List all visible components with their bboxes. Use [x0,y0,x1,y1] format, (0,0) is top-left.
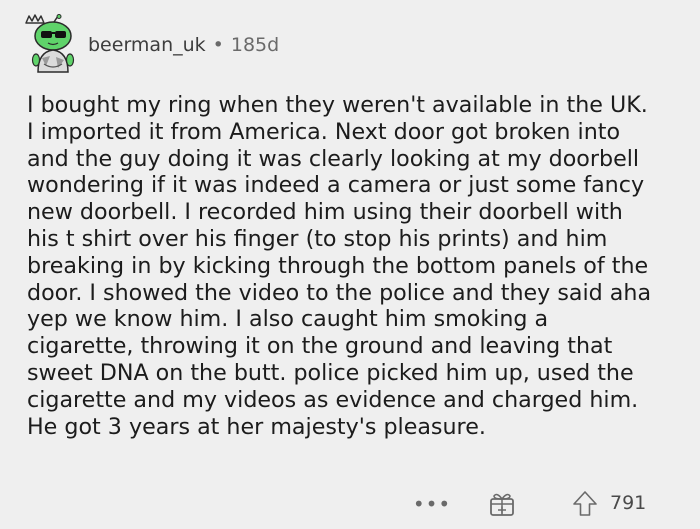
meta-separator: • [212,34,224,56]
comment-body: I bought my ring when they weren't avail… [27,92,687,440]
comment-line: his t shirt over his finger (to stop his… [27,225,608,252]
comment-line: and the guy doing it was clearly looking… [27,145,640,172]
comment-meta: beerman_uk • 185d [88,34,279,56]
comment-line: yep we know him. I also caught him smoki… [27,306,549,333]
more-options-icon: ••• [412,492,452,516]
gift-award-icon[interactable] [488,490,516,518]
comment-line: I bought my ring when they weren't avail… [27,92,648,118]
comment-line: wondering if it was indeed a camera or j… [27,172,645,199]
username-link[interactable]: beerman_uk [88,34,206,56]
comment-header: beerman_uk • 185d [20,10,279,80]
comment-card: beerman_uk • 185d I bought my ring when … [0,0,700,529]
comment-line: cigarette and my videos as evidence and … [27,386,639,413]
comment-line: He got 3 years at her majesty's pleasure… [27,413,486,440]
comment-line: door. I showed the video to the police a… [27,279,652,306]
more-options-button[interactable]: ••• [413,490,450,518]
snoo-avatar-icon[interactable] [20,14,82,76]
comment-line: sweet DNA on the butt. police picked him… [27,359,634,386]
upvote-arrow-icon[interactable] [572,490,598,518]
comment-actions: ••• 791 [0,490,700,520]
comment-line: breaking in by kicking through the botto… [27,252,649,279]
score-count: 791 [610,492,647,514]
comment-line: new doorbell. I recorded him using their… [27,199,623,226]
comment-age: 185d [230,34,280,56]
comment-line: I imported it from America. Next door go… [27,118,621,145]
comment-line: cigarette, throwing it on the ground and… [27,333,613,360]
